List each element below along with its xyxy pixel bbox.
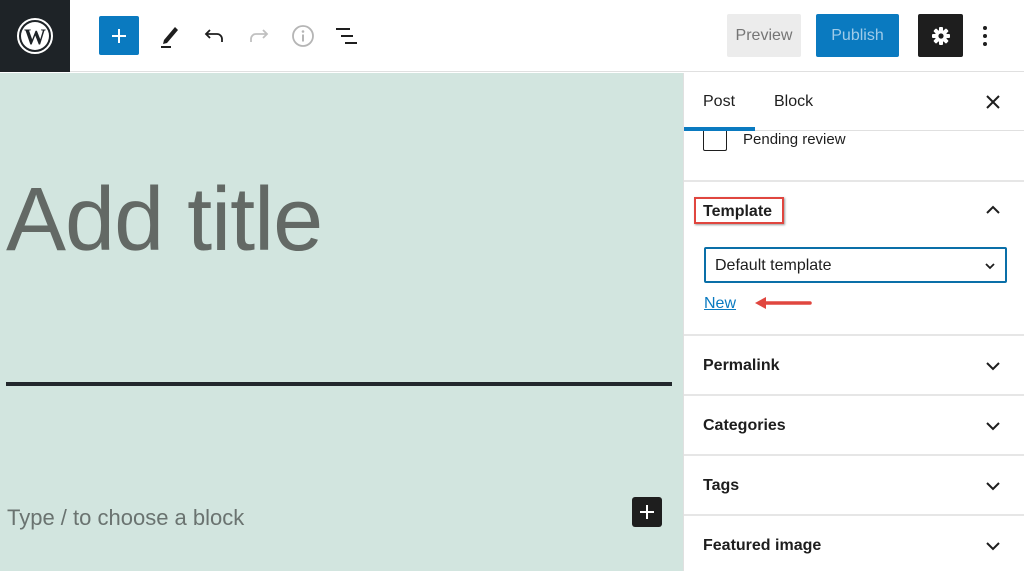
preview-button[interactable]: Preview	[727, 14, 801, 57]
chevron-down-icon	[986, 422, 1000, 431]
tags-panel-title[interactable]: Tags	[703, 477, 739, 495]
svg-text:W: W	[24, 24, 46, 49]
redo-button[interactable]	[247, 24, 271, 48]
divider	[684, 334, 1024, 336]
close-sidebar-button[interactable]	[983, 92, 1003, 112]
plus-icon	[640, 505, 654, 519]
categories-panel-toggle[interactable]	[984, 417, 1002, 435]
divider	[684, 180, 1024, 182]
post-title-input[interactable]: Add title	[6, 169, 323, 272]
divider	[684, 394, 1024, 396]
chevron-down-icon	[985, 263, 995, 270]
gear-icon	[931, 26, 950, 45]
template-panel-title[interactable]: Template	[703, 203, 772, 221]
pencil-icon	[161, 27, 178, 48]
editor-canvas: Add title Type / to choose a block	[0, 73, 683, 571]
featured-image-panel-toggle[interactable]	[984, 537, 1002, 555]
close-icon	[986, 95, 1000, 109]
title-divider	[6, 382, 672, 386]
tools-button[interactable]	[158, 22, 182, 50]
undo-button[interactable]	[202, 24, 226, 48]
settings-sidebar: Post Block Pending review Template Defau…	[683, 73, 1024, 571]
redo-icon	[250, 29, 269, 42]
block-placeholder-input[interactable]: Type / to choose a block	[7, 505, 244, 531]
categories-panel-title[interactable]: Categories	[703, 417, 786, 435]
tab-post[interactable]: Post	[703, 93, 735, 111]
pending-review-row: Pending review	[703, 131, 1024, 181]
add-block-button[interactable]	[99, 16, 139, 55]
undo-icon	[204, 29, 223, 42]
list-view-button[interactable]	[334, 24, 360, 48]
settings-button[interactable]	[918, 14, 963, 57]
editor-toolbar: W Preview Publish	[0, 0, 1024, 72]
chevron-up-icon	[986, 205, 1000, 214]
template-select[interactable]: Default template	[704, 247, 1007, 283]
template-select-value: Default template	[715, 257, 832, 274]
details-button[interactable]	[290, 23, 316, 49]
inline-add-block-button[interactable]	[632, 497, 662, 527]
new-template-link[interactable]: New	[704, 295, 736, 313]
annotation-arrow-icon	[755, 297, 812, 309]
wordpress-logo-button[interactable]: W	[0, 0, 70, 72]
chevron-down-icon	[986, 482, 1000, 491]
sidebar-tabs: Post Block	[684, 73, 1024, 131]
list-view-icon	[336, 28, 357, 44]
template-panel-toggle[interactable]	[984, 201, 1002, 219]
featured-image-panel-title[interactable]: Featured image	[703, 537, 821, 555]
more-vertical-icon	[983, 26, 987, 46]
wordpress-logo-icon: W	[17, 18, 53, 54]
plus-icon	[112, 28, 126, 43]
info-icon	[292, 25, 314, 47]
permalink-panel-toggle[interactable]	[984, 357, 1002, 375]
tab-block[interactable]: Block	[774, 93, 813, 111]
chevron-down-icon	[986, 362, 1000, 371]
chevron-down-icon	[986, 542, 1000, 551]
permalink-panel-title[interactable]: Permalink	[703, 357, 779, 375]
divider	[684, 514, 1024, 516]
tags-panel-toggle[interactable]	[984, 477, 1002, 495]
pending-review-checkbox[interactable]	[703, 131, 727, 151]
publish-button[interactable]: Publish	[816, 14, 899, 57]
divider	[684, 454, 1024, 456]
more-options-button[interactable]	[974, 20, 996, 52]
pending-review-label: Pending review	[743, 131, 846, 148]
